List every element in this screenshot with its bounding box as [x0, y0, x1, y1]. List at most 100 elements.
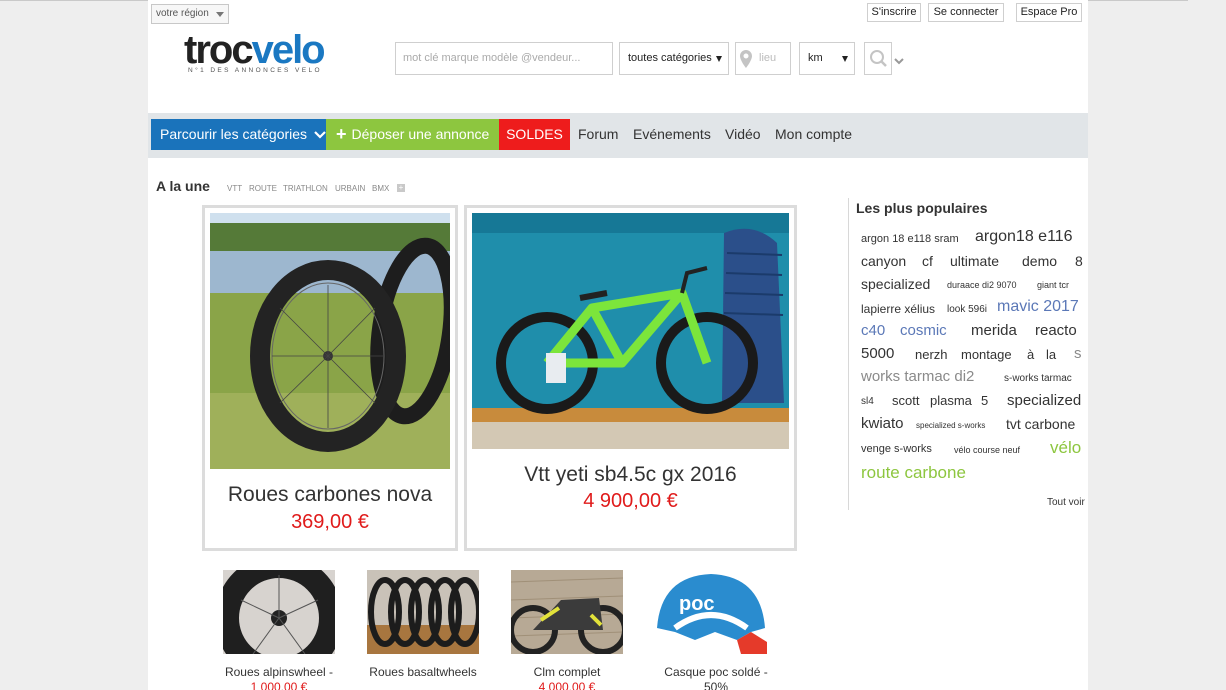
- popular-tag[interactable]: à: [1027, 347, 1034, 362]
- featured-card[interactable]: Vtt yeti sb4.5c gx 2016 4 900,00 €: [464, 205, 797, 551]
- popular-tag[interactable]: vélo course neuf: [954, 445, 1020, 455]
- popular-tag[interactable]: route carbone: [861, 463, 966, 483]
- nav-video[interactable]: Vidéo: [725, 119, 761, 150]
- card-title[interactable]: Vtt yeti sb4.5c gx 2016: [467, 463, 794, 487]
- card-price: 4 900,00 €: [583, 490, 678, 512]
- popular-tag[interactable]: demo: [1022, 253, 1057, 269]
- thumbnail-price: 1 000,00 €: [250, 680, 308, 690]
- featured-card[interactable]: Roues carbones nova 369,00 €: [202, 205, 458, 551]
- popular-title: Les plus populaires: [856, 200, 988, 216]
- featured-title: A la une: [156, 178, 210, 194]
- popular-tag[interactable]: vélo: [1050, 438, 1081, 458]
- logo[interactable]: trocvelo N°1 DES ANNONCES VELO: [184, 30, 359, 78]
- dropdown-arrow-icon: [716, 56, 722, 62]
- card-title[interactable]: Roues carbones nova: [205, 483, 455, 507]
- featured-tag-route[interactable]: ROUTE: [249, 184, 277, 193]
- nav-account[interactable]: Mon compte: [775, 119, 852, 150]
- popular-tag[interactable]: lapierre xélius: [861, 302, 935, 316]
- thumbnail-price: 50%: [703, 680, 729, 690]
- popular-tag[interactable]: specialized: [1007, 392, 1081, 409]
- search-button[interactable]: [864, 42, 892, 75]
- card-price: 369,00 €: [291, 511, 369, 533]
- product-thumbnail[interactable]: poc: [655, 570, 767, 654]
- popular-tag[interactable]: 5000: [861, 345, 894, 362]
- thumbnail-title[interactable]: Clm complet: [497, 665, 637, 679]
- distance-select-value: km: [808, 52, 823, 64]
- popular-tag[interactable]: cosmic: [900, 322, 947, 339]
- featured-tag-triathlon[interactable]: TRIATHLON: [283, 184, 328, 193]
- popular-tag[interactable]: venge s-works: [861, 443, 932, 455]
- nav-post-ad[interactable]: + Déposer une annonce: [326, 119, 499, 150]
- sidebar-divider: [848, 198, 849, 510]
- product-thumbnail[interactable]: [367, 570, 479, 654]
- popular-tag[interactable]: canyon: [861, 253, 906, 269]
- page: votre région S'inscrire Se connecter Esp…: [148, 0, 1088, 690]
- popular-tag[interactable]: s: [1074, 345, 1082, 362]
- popular-tag[interactable]: argon18 e116: [975, 228, 1073, 246]
- main-nav: Parcourir les catégories + Déposer une an…: [148, 113, 1088, 158]
- popular-tag[interactable]: reacto: [1035, 322, 1077, 339]
- thumbnail-price: 4 000,00 €: [538, 680, 596, 690]
- featured-tag-urbain[interactable]: URBAIN: [335, 184, 365, 193]
- thumbnail-title[interactable]: Casque poc soldé -: [646, 665, 786, 679]
- popular-tag[interactable]: 5: [981, 393, 988, 408]
- dropdown-arrow-icon: [216, 12, 224, 17]
- featured-tag-vtt[interactable]: VTT: [227, 184, 242, 193]
- popular-tag[interactable]: argon 18 e118 sram: [861, 233, 959, 245]
- signup-link[interactable]: S'inscrire: [867, 3, 921, 22]
- nav-browse-categories[interactable]: Parcourir les catégories: [151, 119, 326, 150]
- pro-space-link[interactable]: Espace Pro: [1016, 3, 1082, 22]
- thumbnail-title[interactable]: Roues alpinswheel -: [209, 665, 349, 679]
- popular-tag[interactable]: merida: [971, 322, 1017, 339]
- logo-tagline: N°1 DES ANNONCES VELO: [188, 67, 322, 74]
- login-link[interactable]: Se connecter: [928, 3, 1004, 22]
- logo-text-velo: velo: [251, 28, 326, 72]
- popular-tag[interactable]: duraace di2 9070: [947, 280, 1017, 290]
- nav-post-label: Déposer une annonce: [351, 126, 490, 142]
- popular-tag[interactable]: look 596i: [947, 304, 987, 315]
- nav-forum[interactable]: Forum: [578, 119, 618, 150]
- location-pin-icon: [740, 50, 752, 81]
- nav-browse-label: Parcourir les catégories: [160, 126, 308, 142]
- popular-tag[interactable]: sl4: [861, 396, 874, 407]
- plus-icon[interactable]: +: [397, 184, 405, 192]
- popular-tag[interactable]: scott: [892, 393, 919, 408]
- popular-tag[interactable]: plasma: [930, 393, 972, 408]
- popular-tag[interactable]: specialized: [861, 276, 930, 292]
- popular-tag[interactable]: s-works tarmac: [1004, 373, 1072, 384]
- product-image: [472, 213, 789, 449]
- search-input[interactable]: mot clé marque modèle @vendeur...: [395, 42, 613, 75]
- region-select[interactable]: votre région: [151, 4, 229, 24]
- popular-tag[interactable]: works tarmac di2: [861, 368, 974, 385]
- popular-tag[interactable]: giant tcr: [1037, 280, 1069, 290]
- dropdown-arrow-icon: [842, 56, 848, 62]
- popular-tag[interactable]: ultimate: [950, 253, 999, 269]
- nav-sales[interactable]: SOLDES: [499, 119, 570, 150]
- category-select[interactable]: toutes catégories: [619, 42, 729, 75]
- popular-tag[interactable]: la: [1046, 347, 1056, 362]
- popular-tag[interactable]: montage: [961, 347, 1012, 362]
- plus-icon: +: [336, 124, 347, 144]
- popular-tag[interactable]: cf: [922, 253, 933, 269]
- product-thumbnail[interactable]: [511, 570, 623, 654]
- popular-tag[interactable]: nerzh: [915, 347, 948, 362]
- location-placeholder: lieu: [759, 52, 777, 64]
- popular-tag[interactable]: specialized s-works: [916, 421, 985, 430]
- featured-tag-bmx[interactable]: BMX: [372, 184, 389, 193]
- search-icon: [870, 50, 887, 67]
- product-image: [210, 213, 450, 469]
- popular-tag[interactable]: c40: [861, 322, 885, 339]
- category-select-value: toutes catégories: [628, 52, 712, 64]
- popular-tag[interactable]: tvt carbone: [1006, 416, 1075, 432]
- location-input[interactable]: lieu: [735, 42, 791, 75]
- svg-text:poc: poc: [679, 593, 715, 615]
- nav-events[interactable]: Evénements: [633, 119, 711, 150]
- popular-tag[interactable]: 8: [1075, 253, 1083, 269]
- thumbnail-title[interactable]: Roues basaltwheels: [353, 665, 493, 679]
- distance-select[interactable]: km: [799, 42, 855, 75]
- chevron-down-icon[interactable]: [894, 53, 904, 71]
- popular-tag[interactable]: mavic 2017: [997, 298, 1079, 316]
- see-all-link[interactable]: Tout voir: [1047, 497, 1085, 508]
- product-thumbnail[interactable]: [223, 570, 335, 654]
- popular-tag[interactable]: kwiato: [861, 415, 904, 432]
